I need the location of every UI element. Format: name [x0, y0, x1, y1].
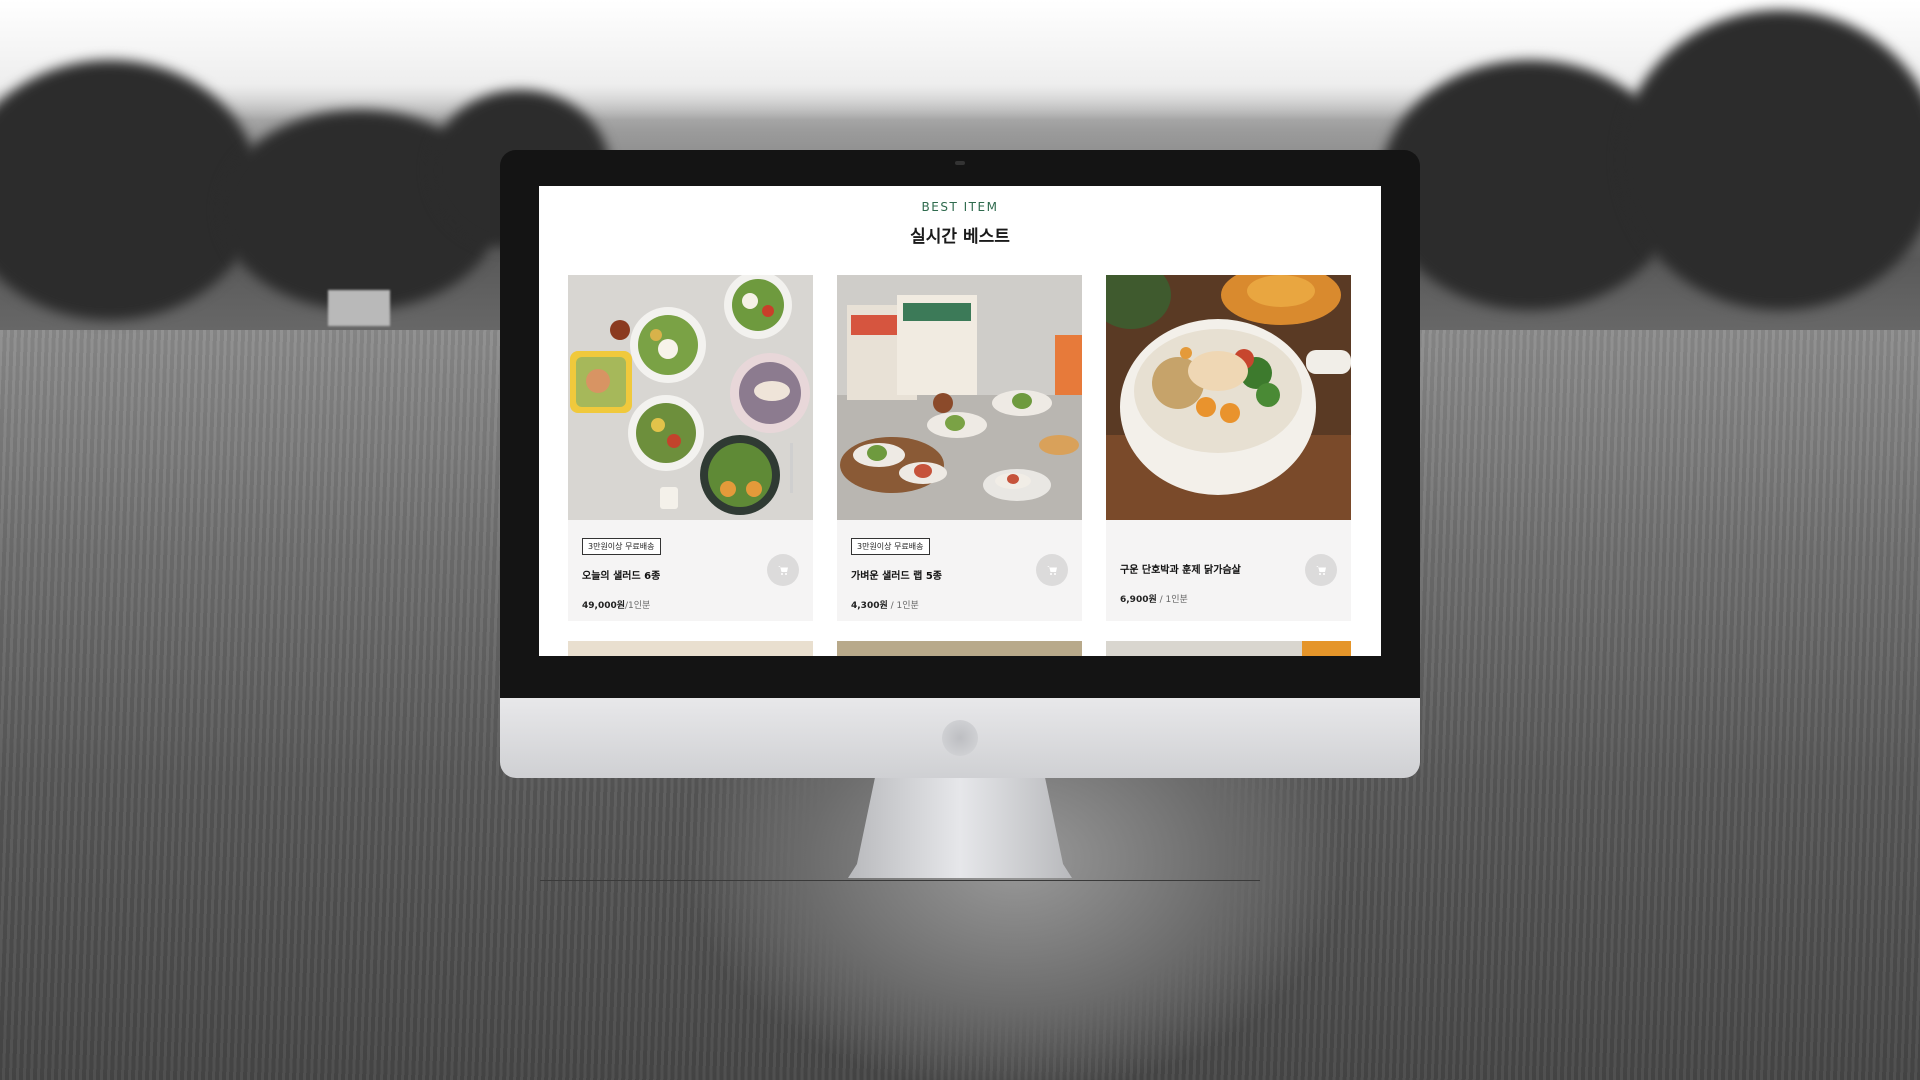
add-to-cart-button[interactable] [1305, 554, 1337, 586]
table-edge [540, 880, 1260, 881]
monitor-stand [848, 778, 1072, 878]
cart-icon [778, 566, 788, 575]
product-image-peek [1106, 641, 1351, 656]
price-amount: 6,900원 [1120, 595, 1157, 605]
product-info: 3만원이상 무료배송 가벼운 샐러드 랩 5종 4,300원 / 1인분 [837, 520, 1082, 621]
product-image-salad[interactable] [568, 275, 813, 520]
product-grid: 3만원이상 무료배송 오늘의 샐러드 6종 49,000원/1인분 3만원이상 … [568, 275, 1351, 621]
tree-right-2 [1620, 10, 1920, 310]
monitor-bezel: BEST ITEM 실시간 베스트 3만원이상 무료배송 오늘의 샐러드 6종 … [500, 150, 1420, 698]
free-shipping-badge: 3만원이상 무료배송 [582, 538, 661, 555]
price-amount: 49,000원 [582, 601, 626, 611]
product-price: 49,000원/1인분 [582, 598, 799, 611]
product-card[interactable]: 3만원이상 무료배송 오늘의 샐러드 6종 49,000원/1인분 [568, 275, 813, 621]
add-to-cart-button[interactable] [767, 554, 799, 586]
add-to-cart-button[interactable] [1036, 554, 1068, 586]
section-header: BEST ITEM 실시간 베스트 [539, 186, 1381, 247]
camera-icon [955, 161, 965, 165]
cart-icon [1316, 566, 1326, 575]
price-amount: 4,300원 [851, 601, 888, 611]
product-card[interactable]: 3만원이상 무료배송 가벼운 샐러드 랩 5종 4,300원 / 1인분 [837, 275, 1082, 621]
section-title: 실시간 베스트 [910, 227, 1010, 247]
website-screen: BEST ITEM 실시간 베스트 3만원이상 무료배송 오늘의 샐러드 6종 … [539, 186, 1381, 656]
shed [328, 290, 390, 326]
product-price: 6,900원 / 1인분 [1120, 592, 1337, 605]
monitor: BEST ITEM 실시간 베스트 3만원이상 무료배송 오늘의 샐러드 6종 … [500, 150, 1420, 878]
price-unit: / 1인분 [887, 601, 919, 611]
product-info: 3만원이상 무료배송 오늘의 샐러드 6종 49,000원/1인분 [568, 520, 813, 621]
section-eyebrow: BEST ITEM [921, 200, 999, 214]
price-unit: / 1인분 [1156, 595, 1188, 605]
product-price: 4,300원 / 1인분 [851, 598, 1068, 611]
brand-logo-icon [942, 720, 978, 756]
product-image-bowl[interactable] [1106, 275, 1351, 520]
price-unit: /1인분 [625, 601, 651, 611]
cart-icon [1047, 566, 1057, 575]
monitor-chin [500, 698, 1420, 778]
free-shipping-badge: 3만원이상 무료배송 [851, 538, 930, 555]
product-image-wrap[interactable] [837, 275, 1082, 520]
product-image-peek [568, 641, 813, 656]
product-image-peek [837, 641, 1082, 656]
product-grid-row-2 [568, 641, 1351, 656]
product-card[interactable]: 구운 단호박과 훈제 닭가슴살 6,900원 / 1인분 [1106, 275, 1351, 621]
product-info: 구운 단호박과 훈제 닭가슴살 6,900원 / 1인분 [1106, 520, 1351, 621]
